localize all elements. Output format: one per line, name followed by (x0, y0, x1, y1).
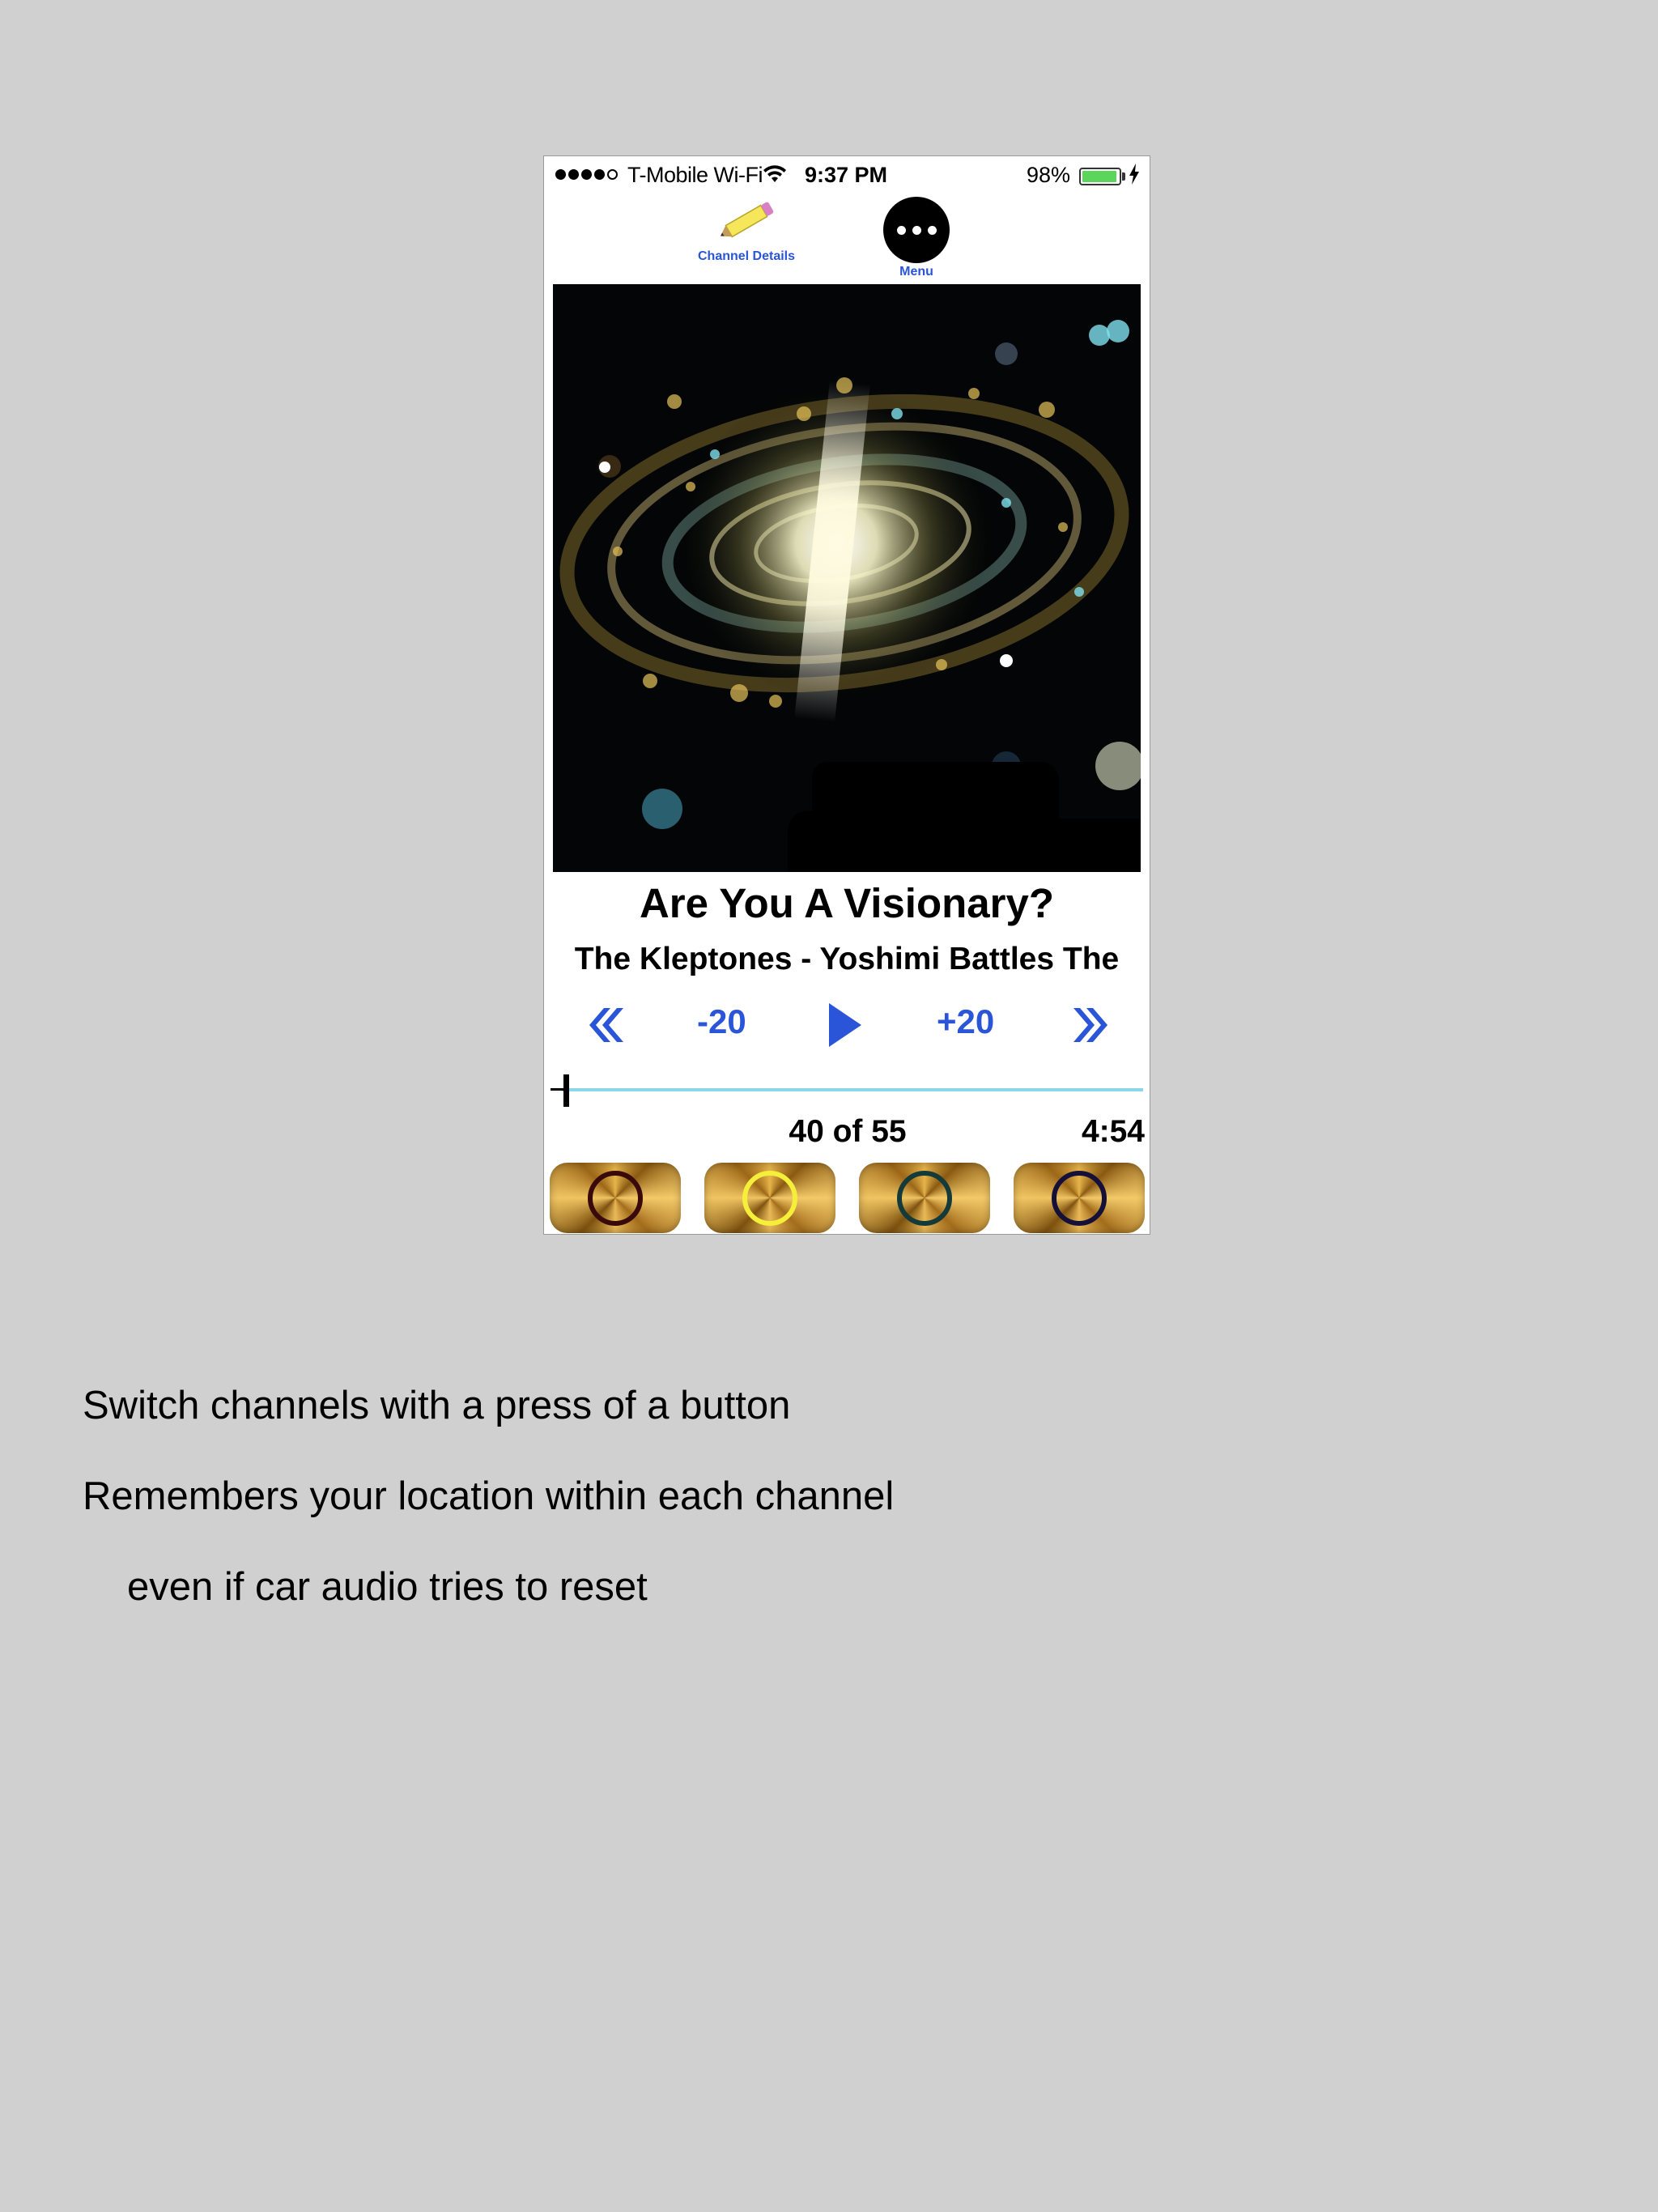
pencil-icon (720, 202, 774, 238)
caption-car-audio: even if car audio tries to reset (127, 1565, 648, 1609)
menu-button[interactable]: Menu (876, 197, 957, 279)
wifi-icon (763, 165, 786, 182)
album-artwork (553, 284, 1141, 872)
progress-track[interactable] (562, 1088, 1143, 1091)
channel-button-3[interactable] (859, 1163, 990, 1233)
caption-remembers-location: Remembers your location within each chan… (83, 1474, 895, 1518)
battery-nub (1122, 172, 1125, 181)
ring-icon (897, 1170, 952, 1226)
menu-label: Menu (899, 265, 933, 279)
track-duration: 4:54 (1081, 1114, 1145, 1149)
more-dots-icon (883, 197, 950, 263)
galaxy-spiral-artwork (553, 284, 1141, 872)
channel-details-label: Channel Details (697, 249, 796, 263)
track-subtitle: The Kleptones - Yoshimi Battles The (574, 942, 1120, 976)
play-icon[interactable] (827, 1002, 863, 1049)
phone-screen: T-Mobile Wi-Fi 9:37 PM 98% Channel Detai… (543, 155, 1150, 1235)
ring-icon (1052, 1170, 1107, 1226)
carrier-name: T-Mobile Wi-Fi (627, 163, 763, 187)
channel-button-1[interactable] (550, 1163, 681, 1233)
ring-icon (588, 1170, 643, 1226)
double-chevron-right-icon[interactable] (1072, 1005, 1112, 1045)
charging-bolt-icon (1129, 164, 1139, 185)
caption-switch-channels: Switch channels with a press of a button (83, 1384, 791, 1427)
signal-strength-icon (555, 169, 618, 180)
status-time: 9:37 PM (805, 163, 888, 187)
double-chevron-left-icon[interactable] (585, 1005, 625, 1045)
forward-20-button[interactable]: +20 (937, 1002, 994, 1041)
channel-button-4[interactable] (1014, 1163, 1145, 1233)
ring-icon (742, 1170, 797, 1226)
status-bar: T-Mobile Wi-Fi 9:37 PM 98% (544, 156, 1150, 192)
progress-thumb[interactable] (563, 1074, 569, 1107)
battery-percent: 98% (1027, 163, 1071, 187)
channel-details-button[interactable]: Channel Details (682, 197, 811, 264)
track-title: Are You A Visionary? (639, 880, 1055, 926)
track-count: 40 of 55 (789, 1114, 907, 1149)
back-20-button[interactable]: -20 (697, 1002, 746, 1041)
channel-button-2[interactable] (704, 1163, 835, 1233)
battery-icon (1079, 168, 1121, 185)
